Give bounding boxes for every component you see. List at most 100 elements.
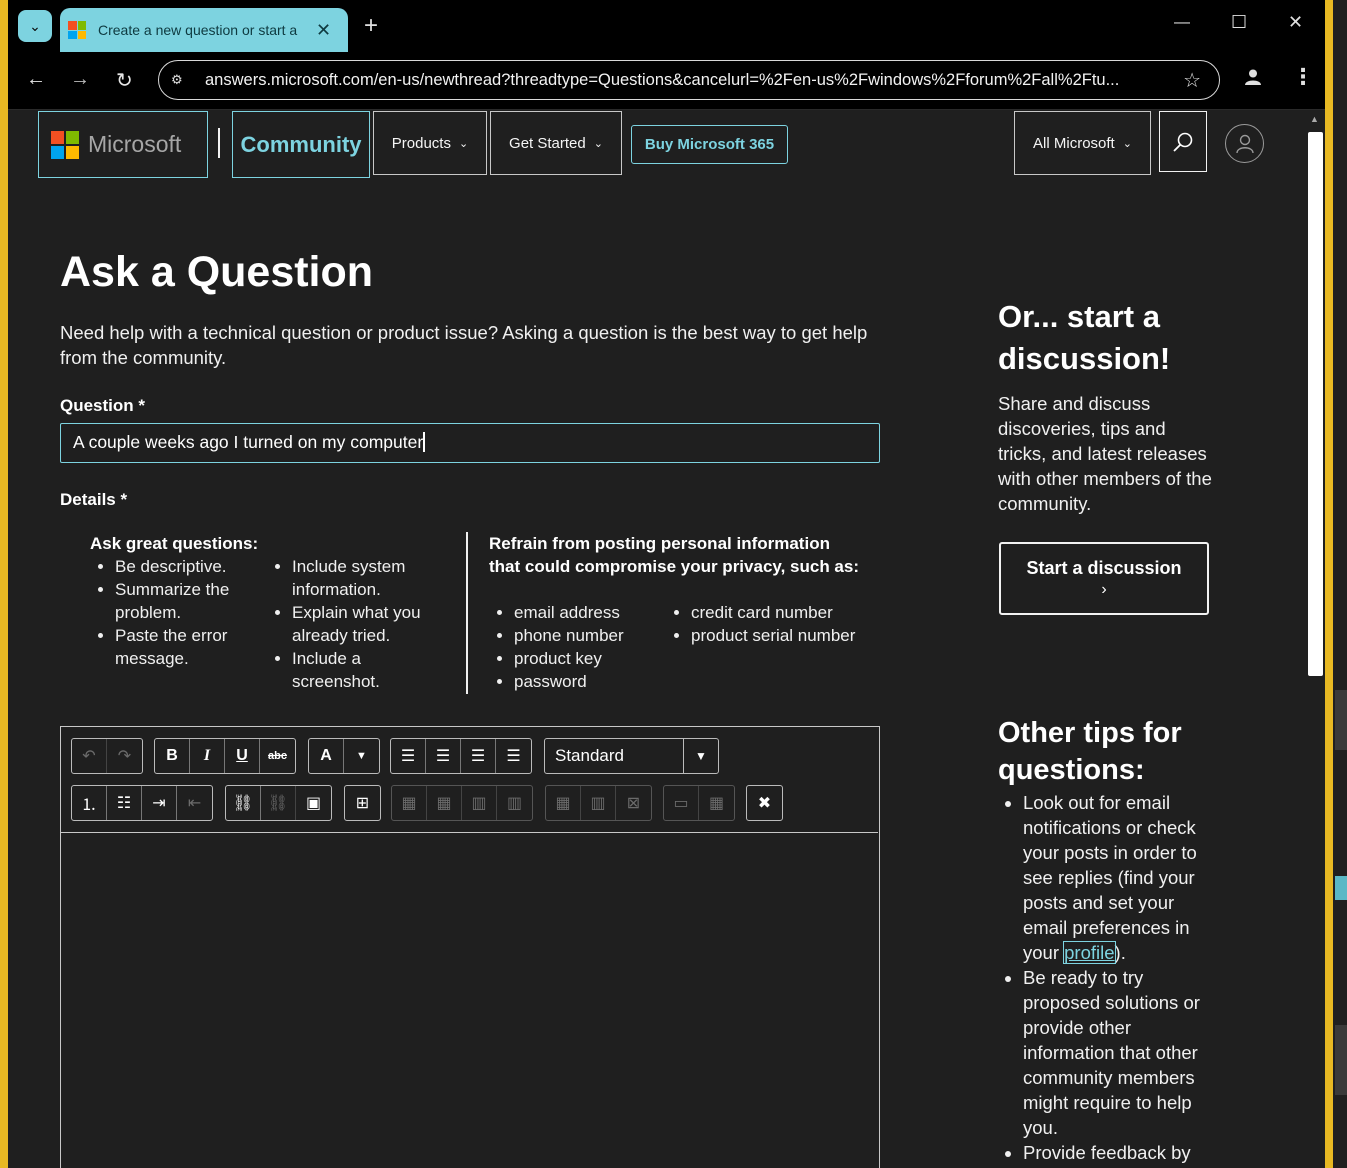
insert-row-above-icon[interactable]: ▦: [392, 786, 427, 820]
paragraph-style-select[interactable]: Standard ▼: [544, 738, 719, 774]
page-scrollbar[interactable]: ▲: [1306, 110, 1325, 1168]
microsoft-logo-icon: [51, 130, 79, 159]
nav-products-label: Products: [391, 134, 451, 152]
insert-row-below-icon[interactable]: ▦: [427, 786, 462, 820]
close-window-icon[interactable]: ✕: [1288, 12, 1303, 33]
chevron-down-icon: ⌄: [1122, 137, 1132, 150]
forward-arrow-icon[interactable]: →: [70, 68, 90, 91]
nav-get-started[interactable]: Get Started ⌄: [490, 111, 622, 175]
editor-content-area[interactable]: [61, 833, 878, 1168]
scroll-up-icon[interactable]: ▲: [1310, 114, 1319, 124]
web-page: Microsoft Community Products ⌄ Get Starte…: [8, 110, 1306, 1168]
address-bar[interactable]: ⚙ answers.microsoft.com/en-us/newthread?…: [158, 60, 1220, 100]
insert-column-right-icon[interactable]: ▥: [497, 786, 532, 820]
tab-close-icon[interactable]: ✕: [316, 20, 331, 41]
search-button[interactable]: [1159, 111, 1207, 172]
delete-table-icon[interactable]: ⊠: [616, 786, 651, 820]
delete-row-icon[interactable]: ▦: [546, 786, 581, 820]
list-item: Be ready to try proposed solutions or pr…: [1023, 965, 1218, 1140]
account-avatar[interactable]: [1225, 124, 1264, 163]
start-discussion-label: Start a discussion: [1026, 558, 1182, 578]
list-item: password: [514, 670, 664, 693]
minimize-icon[interactable]: —: [1174, 14, 1190, 32]
merge-cells-icon[interactable]: ▭: [664, 786, 699, 820]
strikethrough-icon[interactable]: abc: [260, 739, 295, 773]
tip1-end: ).: [1114, 942, 1126, 963]
profile-link[interactable]: profile: [1063, 941, 1116, 964]
title-bar: ⌄ Create a new question or start a ✕ + —…: [8, 0, 1325, 52]
search-icon: [1173, 132, 1193, 152]
all-microsoft-menu[interactable]: All Microsoft ⌄: [1014, 111, 1151, 175]
new-tab-button[interactable]: +: [364, 12, 378, 40]
clear-formatting-icon[interactable]: ✖: [747, 786, 782, 820]
redo-icon[interactable]: ↷: [107, 739, 142, 773]
nav-get-started-label: Get Started: [509, 134, 586, 152]
back-arrow-icon[interactable]: ←: [26, 68, 46, 91]
person-icon[interactable]: [1244, 68, 1262, 91]
list-item: Paste the error message.: [115, 624, 250, 670]
start-discussion-button[interactable]: Start a discussion ›: [999, 542, 1209, 615]
active-tab[interactable]: Create a new question or start a ✕: [60, 8, 348, 52]
list-item: phone number: [514, 624, 664, 647]
align-right-icon[interactable]: ☰: [461, 739, 496, 773]
alignment-group: ☰ ☰ ☰ ☰: [390, 738, 532, 774]
tab-search-button[interactable]: ⌄: [18, 10, 52, 42]
table-merge-group: ▭ ▦: [663, 785, 735, 821]
link-icon[interactable]: ⛓: [226, 786, 261, 820]
community-link[interactable]: Community: [232, 111, 370, 178]
url-text[interactable]: answers.microsoft.com/en-us/newthread?th…: [205, 71, 1165, 90]
insert-column-left-icon[interactable]: ▥: [462, 786, 497, 820]
dropdown-arrow-icon[interactable]: ▼: [684, 739, 718, 773]
tune-icon[interactable]: ⚙: [171, 72, 193, 88]
align-left-icon[interactable]: ☰: [391, 739, 426, 773]
text-caret: [423, 432, 425, 452]
reload-icon[interactable]: ↻: [116, 68, 133, 93]
bulleted-list-icon[interactable]: ☷: [107, 786, 142, 820]
tip1-text: Look out for email notifications or chec…: [1023, 792, 1197, 963]
numbered-list-icon[interactable]: ⒈: [72, 786, 107, 820]
kebab-menu-icon[interactable]: ⋮: [1292, 64, 1314, 90]
microsoft-favicon-icon: [68, 21, 86, 39]
list-item: Explain what you already tried.: [292, 601, 442, 647]
logo-divider: [218, 128, 220, 158]
person-icon: [1235, 134, 1254, 153]
split-cells-icon[interactable]: ▦: [699, 786, 734, 820]
privacy-heading: Refrain from posting personal informatio…: [489, 534, 860, 576]
maximize-icon[interactable]: ☐: [1231, 12, 1247, 33]
buy-microsoft-365-button[interactable]: Buy Microsoft 365: [631, 125, 788, 164]
align-center-icon[interactable]: ☰: [426, 739, 461, 773]
star-icon[interactable]: ☆: [1183, 68, 1201, 93]
align-justify-icon[interactable]: ☰: [496, 739, 531, 773]
question-input[interactable]: A couple weeks ago I turned on my comput…: [60, 423, 880, 463]
font-color-icon[interactable]: A: [309, 739, 344, 773]
window-border-left: [0, 0, 8, 1168]
browser-window: ⌄ Create a new question or start a ✕ + —…: [0, 0, 1347, 1168]
delete-column-icon[interactable]: ▥: [581, 786, 616, 820]
discussion-heading: Or... start a discussion!: [998, 299, 1171, 376]
insert-table-group: ⊞: [344, 785, 381, 821]
list-item: Include a screenshot.: [292, 647, 442, 693]
nav-products[interactable]: Products ⌄: [373, 111, 487, 175]
other-tips-heading: Other tips for questions:: [998, 717, 1182, 786]
outdent-icon[interactable]: ⇤: [177, 786, 212, 820]
chevron-down-icon: ⌄: [458, 137, 469, 150]
italic-icon[interactable]: I: [190, 739, 225, 773]
list-item: product serial number: [691, 624, 866, 647]
underline-icon[interactable]: U: [225, 739, 260, 773]
unlink-icon[interactable]: ⛓: [261, 786, 296, 820]
tab-title: Create a new question or start a: [98, 22, 298, 38]
list-item: Be descriptive.: [115, 555, 250, 578]
insert-table-icon[interactable]: ⊞: [345, 786, 380, 820]
image-icon[interactable]: ▣: [296, 786, 331, 820]
indent-icon[interactable]: ⇥: [142, 786, 177, 820]
font-color-group: A ▼: [308, 738, 380, 774]
undo-icon[interactable]: ↶: [72, 739, 107, 773]
details-editor: ↶ ↷ B I U abc A ▼ ☰ ☰ ☰ ☰ Standard ▼ ⒈ ☷…: [60, 726, 880, 1168]
chevron-right-icon: ›: [1101, 581, 1107, 598]
scrollbar-thumb[interactable]: [1308, 132, 1323, 676]
microsoft-wordmark: Microsoft: [88, 131, 182, 157]
dropdown-arrow-icon[interactable]: ▼: [344, 739, 379, 773]
bold-icon[interactable]: B: [155, 739, 190, 773]
page-title: Ask a Question: [60, 248, 374, 296]
microsoft-logo-link[interactable]: Microsoft: [38, 111, 208, 178]
